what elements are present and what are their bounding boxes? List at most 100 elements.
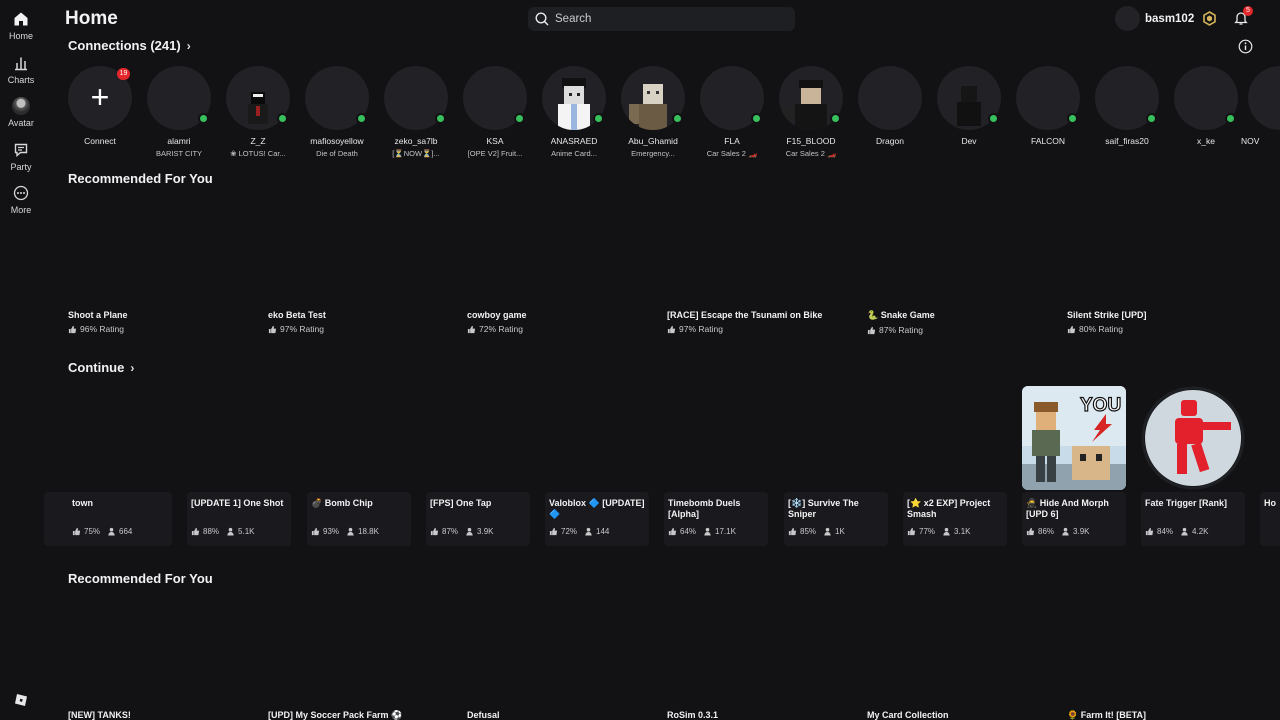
game-tile[interactable]: 🐍 Snake Game 87% Rating [867, 310, 1057, 335]
game-tile[interactable]: Silent Strike [UPD] 80% Rating [1067, 310, 1257, 334]
rating-text: 64% [680, 527, 697, 536]
friend-name: KSA [486, 136, 504, 146]
game-name: [UPD] My Soccer Pack Farm ⚽ [268, 710, 403, 720]
avatar [384, 66, 448, 130]
more-icon [13, 185, 29, 201]
recommended-row: Shoot a Plane 96% Rating eko Beta Test 9… [68, 310, 1280, 340]
friend-tile[interactable]: Dragon [850, 66, 930, 146]
game-name: Shoot a Plane [68, 310, 128, 320]
friend-tile[interactable]: FLA Car Sales 2 🏎️ [692, 66, 772, 158]
online-indicator [1146, 113, 1157, 124]
game-tile[interactable]: [NEW] TANKS! [68, 710, 258, 720]
game-tile[interactable]: My Card Collection [867, 710, 1057, 720]
game-tile[interactable]: [RACE] Escape the Tsunami on Bike 97% Ra… [667, 310, 857, 334]
thumbs-up-icon [467, 325, 476, 333]
friend-status: [OPE V2] Fruit... [467, 149, 523, 158]
recommended-title: Recommended For You [68, 571, 213, 586]
search-input[interactable] [555, 13, 775, 25]
game-name: 🐍 Snake Game [867, 310, 935, 320]
nav-avatar[interactable]: Avatar [0, 97, 42, 128]
friend-tile[interactable]: ANASRAED Anime Card... [534, 66, 614, 158]
players-icon [1062, 527, 1069, 536]
game-name: Valoblox 🔷 [UPDATE] 🔷 [549, 498, 645, 519]
game-stats: 72% 144 [549, 527, 609, 536]
nav-home[interactable]: Home [0, 11, 42, 41]
game-tile[interactable]: cowboy game 72% Rating [467, 310, 657, 334]
game-tile[interactable]: [UPD] My Soccer Pack Farm ⚽ [268, 710, 458, 720]
roblox-logo-icon[interactable] [14, 693, 28, 707]
continue-row: town 75% 664 [UPDATE 1] One Shot 88% 5.1K … [44, 386, 1280, 546]
game-tile[interactable]: eko Beta Test 97% Rating [268, 310, 458, 334]
friend-tile[interactable]: saif_firas20 [1087, 66, 1167, 146]
info-icon[interactable] [1238, 39, 1253, 54]
home-icon [14, 12, 28, 26]
search-bar[interactable] [528, 7, 795, 31]
rating-text: 80% Rating [1079, 324, 1123, 334]
players-text: 5.1K [238, 527, 255, 536]
friend-status: Anime Card... [551, 149, 597, 158]
players-icon [585, 527, 592, 536]
online-indicator [198, 113, 209, 124]
players-text: 17.1K [715, 527, 736, 536]
game-name: [❄️] Survive The Sniper [788, 498, 859, 519]
continue-header[interactable]: Continue › [68, 360, 134, 375]
friend-status: BARIST CITY [155, 149, 203, 158]
game-name: Silent Strike [UPD] [1067, 310, 1147, 320]
charts-icon [15, 57, 27, 71]
game-name: 💣 Bomb Chip [311, 498, 373, 508]
thumbs-up-icon [1026, 527, 1035, 536]
friend-tile[interactable]: mafiosoyellow Die of Death [297, 66, 377, 158]
thumbs-up-icon [867, 326, 876, 334]
players-icon [227, 527, 234, 536]
friend-tile[interactable]: x_ke [1166, 66, 1246, 146]
nav-party[interactable]: Party [0, 142, 42, 172]
notification-badge: 5 [1243, 6, 1253, 16]
avatar [463, 66, 527, 130]
recommended-row: [NEW] TANKS! [UPD] My Soccer Pack Farm ⚽… [68, 710, 1280, 720]
nav-label: More [10, 205, 32, 215]
game-tile[interactable]: Defusal [467, 710, 657, 720]
nav-more[interactable]: More [0, 185, 42, 215]
avatar [779, 66, 843, 130]
friend-requests-badge: 19 [117, 68, 130, 80]
friend-status: ❀ LOTUS! Car... [230, 149, 286, 158]
game-stats: 88% 5.1K [191, 527, 254, 536]
friend-tile[interactable]: KSA [OPE V2] Fruit... [455, 66, 535, 158]
thumbs-up-icon [549, 527, 558, 536]
friend-tile[interactable]: alamri BARIST CITY [139, 66, 219, 158]
connect-button[interactable]: + 19 Connect [60, 66, 140, 146]
players-text: 664 [119, 527, 133, 536]
game-name: My Card Collection [867, 710, 949, 720]
connections-header[interactable]: Connections (241) › [68, 38, 191, 53]
friend-tile[interactable]: F15_BLOOD Car Sales 2 🏎️ [771, 66, 851, 158]
players-icon [108, 527, 115, 536]
friend-tile[interactable]: FALCON [1008, 66, 1088, 146]
robux-icon[interactable] [1202, 11, 1217, 26]
fate-trigger-thumbnail [1141, 386, 1245, 490]
friend-tile[interactable]: Z_Z ❀ LOTUS! Car... [218, 66, 298, 158]
friend-tile[interactable]: Abu_Ghamid Emergency... [613, 66, 693, 158]
friend-tile[interactable]: zeko_sa7lb [⏳NOW⏳]... [376, 66, 456, 158]
avatar [858, 66, 922, 130]
players-icon [824, 527, 831, 536]
nav-charts[interactable]: Charts [0, 55, 42, 85]
user-profile-link[interactable]: basm102 [1115, 6, 1194, 31]
thumbs-up-icon [191, 527, 200, 536]
rating-text: 85% [800, 527, 817, 536]
friend-tile[interactable]: NOV [1240, 66, 1280, 146]
game-name: [FPS] One Tap [430, 498, 492, 508]
friend-tile[interactable]: Dev [929, 66, 1009, 146]
game-tile[interactable]: 🌻 Farm It! [BETA] [1067, 710, 1257, 720]
rating-text: 96% Rating [80, 324, 124, 334]
game-tile[interactable]: Shoot a Plane 96% Rating [68, 310, 258, 334]
game-tile[interactable]: RoSim 0.3.1 [667, 710, 857, 720]
thumbs-up-icon [907, 527, 916, 536]
thumbs-up-icon [311, 527, 320, 536]
plus-icon: + [90, 79, 110, 115]
page-title: Home [65, 8, 118, 29]
friend-name: Abu_Ghamid [628, 136, 678, 146]
rating-text: 86% [1038, 527, 1055, 536]
game-name: [RACE] Escape the Tsunami on Bike [667, 310, 823, 320]
friend-name: mafiosoyellow [310, 136, 364, 146]
avatar-icon [12, 97, 30, 115]
